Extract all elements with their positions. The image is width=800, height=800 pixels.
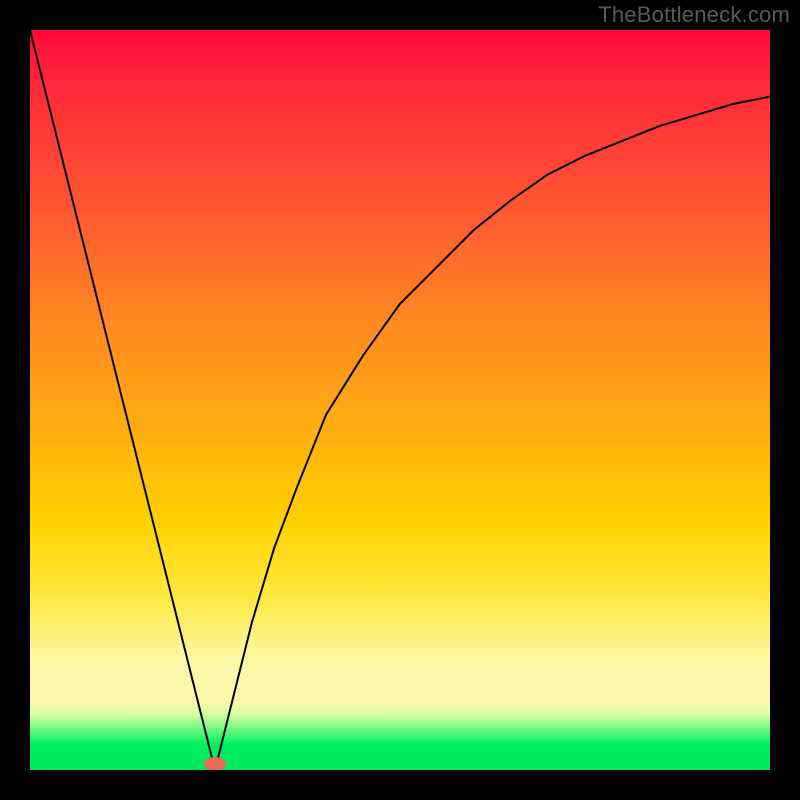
attribution-watermark: TheBottleneck.com [598,2,790,28]
minimum-marker [204,757,226,770]
curve-overlay [30,30,770,770]
plot-area [30,30,770,770]
bottleneck-curve [30,30,770,770]
chart-frame: TheBottleneck.com [0,0,800,800]
